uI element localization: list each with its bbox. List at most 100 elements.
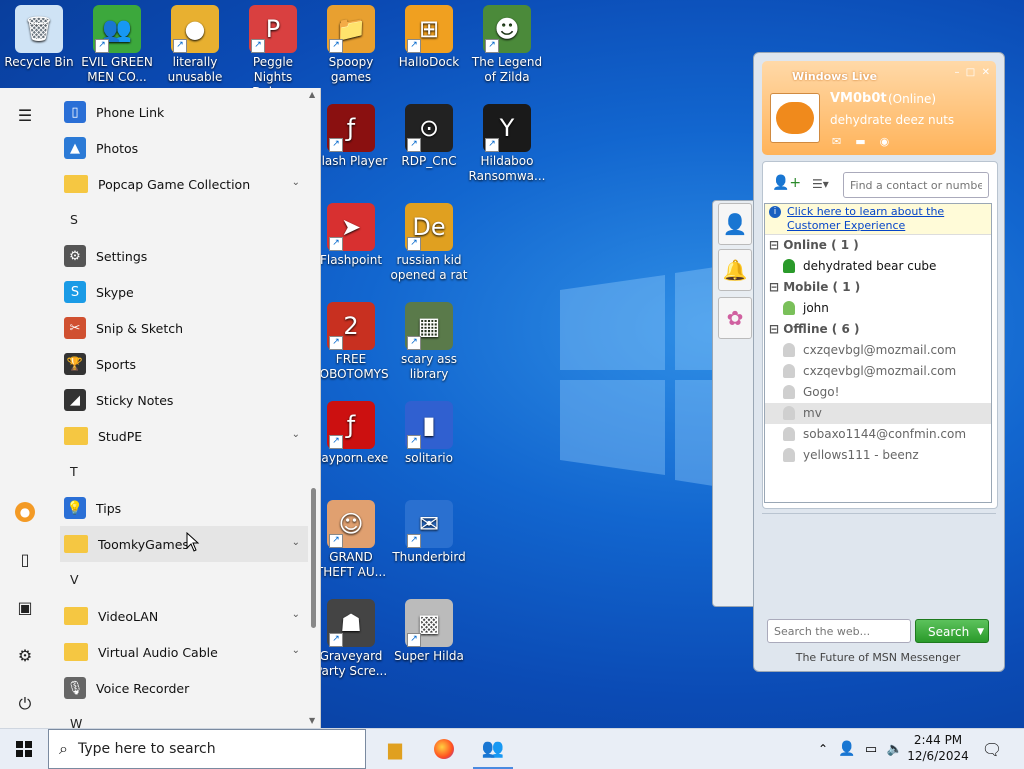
contact-item[interactable]: cxzqevbgl@mozmail.com bbox=[765, 340, 991, 361]
pictures-icon[interactable]: ▣ bbox=[15, 598, 35, 618]
start-app[interactable]: S Skype bbox=[60, 274, 308, 310]
username[interactable]: VM0b0t bbox=[830, 91, 887, 106]
desktop-icon[interactable]: 👥 ↗ EVIL GREEN MEN CO... bbox=[78, 5, 156, 85]
info-banner[interactable]: i Click here to learn about the Customer… bbox=[765, 204, 991, 235]
desktop-icon[interactable]: ⊞ ↗ HalloDock bbox=[390, 5, 468, 70]
add-contact-icon[interactable]: 👤+ bbox=[772, 175, 801, 191]
documents-icon[interactable]: ▯ bbox=[15, 550, 35, 570]
shortcut-arrow-icon: ↗ bbox=[329, 435, 343, 449]
desktop-icon[interactable]: ▩ ↗ Super Hilda bbox=[390, 599, 468, 664]
find-contact-input[interactable] bbox=[843, 172, 989, 198]
hamburger-menu-icon[interactable]: ☰ bbox=[15, 106, 35, 126]
msn-taskbar-icon[interactable]: 👥 bbox=[473, 729, 513, 769]
letter-header[interactable]: S bbox=[60, 202, 308, 238]
desktop-icon[interactable]: 📁 ↗ Spoopy games bbox=[312, 5, 390, 85]
clock[interactable]: 2:44 PM 12/6/2024 bbox=[906, 732, 970, 764]
app-list-scrollbar[interactable]: ▲ ▼ bbox=[308, 88, 318, 728]
maximize-icon[interactable]: □ bbox=[966, 67, 975, 78]
firefox-icon[interactable] bbox=[424, 729, 464, 769]
view-options-icon[interactable]: ☰▾ bbox=[812, 177, 829, 191]
close-icon[interactable]: ✕ bbox=[982, 67, 990, 78]
desktop-icon[interactable]: ƒ ↗ Flash Player bbox=[312, 104, 390, 169]
desktop-icon[interactable]: ▦ ↗ scary ass library bbox=[390, 302, 468, 382]
contact-item[interactable]: yellows111 - beenz bbox=[765, 445, 991, 466]
contact-item[interactable]: Gogo! bbox=[765, 382, 991, 403]
web-search-input[interactable] bbox=[767, 619, 911, 643]
desktop-icon[interactable]: ✉ ↗ Thunderbird bbox=[390, 500, 468, 565]
volume-icon[interactable]: 🔈 bbox=[884, 729, 906, 769]
collapse-group-icon[interactable]: ⊟ bbox=[769, 238, 783, 252]
contact-item[interactable]: dehydrated bear cube bbox=[765, 256, 991, 277]
minimize-icon[interactable]: – bbox=[954, 67, 959, 78]
alerts-bell-icon[interactable]: 🔔 bbox=[718, 249, 752, 291]
desktop-icon[interactable]: ▮ ↗ solitario bbox=[390, 401, 468, 466]
desktop-icon[interactable]: ☗ ↗ Graveyard Party Scre... bbox=[312, 599, 390, 679]
start-folder[interactable]: Popcap Game Collection ⌄ bbox=[60, 166, 308, 202]
web-search-button[interactable]: Search ▼ bbox=[915, 619, 989, 643]
contact-item[interactable]: sobaxo1144@confmin.com bbox=[765, 424, 991, 445]
desktop-icon[interactable]: ☺ ↗ GRAND THEFT AU... bbox=[312, 500, 390, 580]
folder-icon[interactable]: ▬ bbox=[855, 135, 865, 148]
notifications-icon[interactable]: 🗨 bbox=[978, 729, 1006, 769]
start-app[interactable]: ▲ Photos bbox=[60, 130, 308, 166]
desktop-icon[interactable]: ☻ ↗ The Legend of Zilda bbox=[468, 5, 546, 85]
mail-icon[interactable]: ✉ bbox=[832, 135, 841, 148]
chevron-down-icon[interactable]: ⌄ bbox=[292, 537, 300, 548]
chevron-down-icon[interactable]: ⌄ bbox=[292, 609, 300, 620]
scroll-down-icon[interactable]: ▼ bbox=[309, 716, 315, 725]
start-folder[interactable]: ToomkyGames ⌄ bbox=[60, 526, 308, 562]
msn-tray-icon[interactable]: 👤 bbox=[836, 729, 858, 769]
chevron-down-icon[interactable]: ⌄ bbox=[292, 429, 300, 440]
desktop-icon[interactable]: 🗑 Recycle Bin bbox=[0, 5, 78, 70]
start-app[interactable]: 🎙 Voice Recorder bbox=[60, 670, 308, 706]
desktop-icon[interactable]: ➤ ↗ Flashpoint bbox=[312, 203, 390, 268]
collapse-group-icon[interactable]: ⊟ bbox=[769, 280, 783, 294]
contact-group-header[interactable]: ⊟ Offline ( 6 ) bbox=[765, 319, 991, 340]
chevron-down-icon[interactable]: ⌄ bbox=[292, 177, 300, 188]
desktop-icon[interactable]: P↗Peggle Nights Deluxe bbox=[234, 5, 312, 100]
contact-status-icon bbox=[783, 385, 795, 399]
letter-header[interactable]: V bbox=[60, 562, 308, 598]
search-dropdown-icon[interactable]: ▼ bbox=[977, 620, 984, 644]
contact-item[interactable]: cxzqevbgl@mozmail.com bbox=[765, 361, 991, 382]
start-app[interactable]: ◢ Sticky Notes bbox=[60, 382, 308, 418]
contacts-tab-icon[interactable]: 👤 bbox=[718, 203, 752, 245]
start-app[interactable]: ✂ Snip & Sketch bbox=[60, 310, 308, 346]
xbox-icon[interactable]: ◉ bbox=[880, 135, 890, 148]
desktop-icon[interactable]: ● ↗ literally unusable bbox=[156, 5, 234, 85]
desktop-icon[interactable]: 2 ↗ FREE LOBOTOMYS bbox=[312, 302, 390, 382]
contact-group-header[interactable]: ⊟ Online ( 1 ) bbox=[765, 235, 991, 256]
spaces-tab-icon[interactable]: ✿ bbox=[718, 297, 752, 339]
show-hidden-icons-icon[interactable]: ⌃ bbox=[812, 729, 834, 769]
start-folder[interactable]: VideoLAN ⌄ bbox=[60, 598, 308, 634]
contact-group-header[interactable]: ⊟ Mobile ( 1 ) bbox=[765, 277, 991, 298]
desktop-icon[interactable]: ⊙ ↗ RDP_CnC bbox=[390, 104, 468, 169]
settings-gear-icon[interactable]: ⚙ bbox=[15, 646, 35, 666]
file-explorer-icon[interactable]: ▆ bbox=[375, 729, 415, 769]
start-app[interactable]: 💡 Tips bbox=[60, 490, 308, 526]
network-icon[interactable]: ▭ bbox=[860, 729, 882, 769]
contact-item[interactable]: john bbox=[765, 298, 991, 319]
start-button[interactable] bbox=[0, 729, 48, 769]
user-avatar[interactable]: ● bbox=[15, 502, 35, 522]
desktop-icon[interactable]: Y ↗ Hildaboo Ransomwa... bbox=[468, 104, 546, 184]
power-icon[interactable]: ⏻ bbox=[15, 694, 35, 714]
start-app[interactable]: ⚙ Settings bbox=[60, 238, 308, 274]
start-folder[interactable]: StudPE ⌄ bbox=[60, 418, 308, 454]
personal-message[interactable]: dehydrate deez nuts bbox=[830, 113, 954, 127]
start-app[interactable]: 🏆 Sports bbox=[60, 346, 308, 382]
start-app[interactable]: ▯ Phone Link bbox=[60, 94, 308, 130]
desktop-icon[interactable]: ƒ ↗ gayporn.exe bbox=[312, 401, 390, 466]
info-banner-link[interactable]: Click here to learn about the Customer E… bbox=[787, 205, 967, 233]
letter-header[interactable]: T bbox=[60, 454, 308, 490]
status-text[interactable]: (Online) bbox=[888, 92, 936, 106]
display-picture[interactable] bbox=[770, 93, 820, 143]
chevron-down-icon[interactable]: ⌄ bbox=[292, 645, 300, 656]
contact-item[interactable]: mv bbox=[765, 403, 991, 424]
taskbar-search-box[interactable]: ⌕ Type here to search bbox=[48, 729, 366, 769]
start-folder[interactable]: Virtual Audio Cable ⌄ bbox=[60, 634, 308, 670]
scroll-up-icon[interactable]: ▲ bbox=[309, 90, 315, 99]
desktop-icon[interactable]: De ↗ russian kid opened a rat bbox=[390, 203, 468, 283]
scrollbar-thumb[interactable] bbox=[311, 488, 316, 628]
collapse-group-icon[interactable]: ⊟ bbox=[769, 322, 783, 336]
